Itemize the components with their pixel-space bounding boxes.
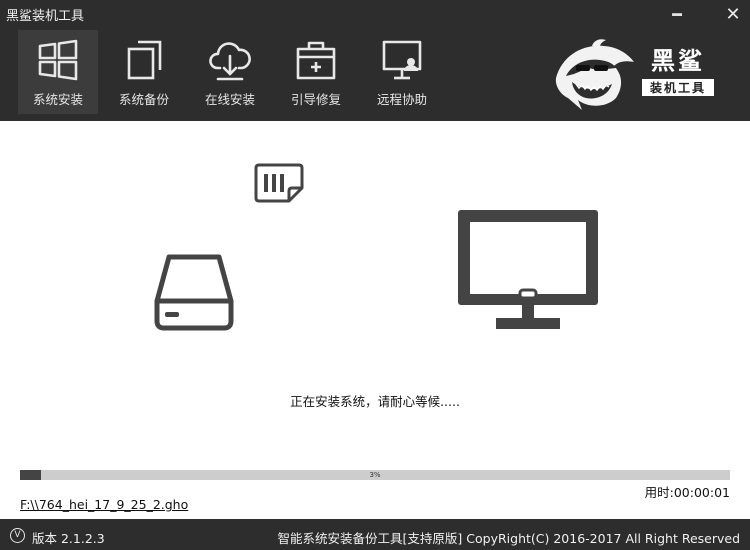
title-bar: 黑鲨装机工具 ━ ✕ 系统安装 系统备份 在线安装 引导修复 远程协助 黑鲨 装…	[0, 0, 750, 121]
tab-label: 远程协助	[376, 92, 427, 107]
install-progress-panel: 正在安装系统，请耐心等候..... 3% 用时:00:00:01 F:\\764…	[0, 121, 750, 519]
tab-online-install[interactable]: 在线安装	[190, 30, 270, 114]
progress-percent-label: 3%	[369, 471, 381, 479]
minimize-button[interactable]: ━	[664, 2, 690, 28]
tab-label: 引导修复	[290, 92, 341, 107]
install-status-text: 正在安装系统，请耐心等候.....	[290, 394, 460, 409]
shark-mascot-icon	[555, 39, 634, 110]
cloud-download-icon	[209, 42, 251, 81]
copy-icon	[127, 40, 162, 80]
brand-name: 黑鲨	[651, 46, 705, 75]
copyright-text: 智能系统安装备份工具[支持原版] CopyRight(C) 2016-2017 …	[277, 531, 740, 546]
tab-system-install[interactable]: 系统安装	[18, 30, 98, 114]
windows-logo-icon	[38, 39, 78, 81]
version-icon: V	[10, 528, 25, 543]
version-label: 版本 2.1.2.3	[32, 531, 105, 546]
elapsed-time: 用时:00:00:01	[644, 485, 730, 500]
toolbox-icon	[296, 41, 336, 80]
hard-drive-icon	[154, 254, 234, 331]
tab-label: 系统安装	[32, 92, 83, 107]
image-file-path-link[interactable]: F:\\764_hei_17_9_25_2.gho	[20, 497, 188, 512]
app-title: 黑鲨装机工具	[6, 9, 85, 24]
tab-label: 系统备份	[118, 92, 169, 107]
tab-label: 在线安装	[204, 92, 255, 107]
close-button[interactable]: ✕	[720, 2, 746, 28]
monitor-icon	[458, 210, 598, 329]
tab-remote-assist[interactable]: 远程协助	[362, 30, 442, 114]
brand-subtitle: 装机工具	[642, 79, 714, 96]
tab-system-backup[interactable]: 系统备份	[104, 30, 184, 114]
install-progress-bar: 3%	[20, 470, 730, 480]
status-bar: V 版本 2.1.2.3 智能系统安装备份工具[支持原版] CopyRight(…	[0, 519, 750, 550]
brand-wordmark: 黑鲨 装机工具	[642, 47, 714, 96]
remote-support-icon	[382, 40, 422, 80]
image-file-icon	[254, 163, 304, 203]
tab-boot-repair[interactable]: 引导修复	[276, 30, 356, 114]
